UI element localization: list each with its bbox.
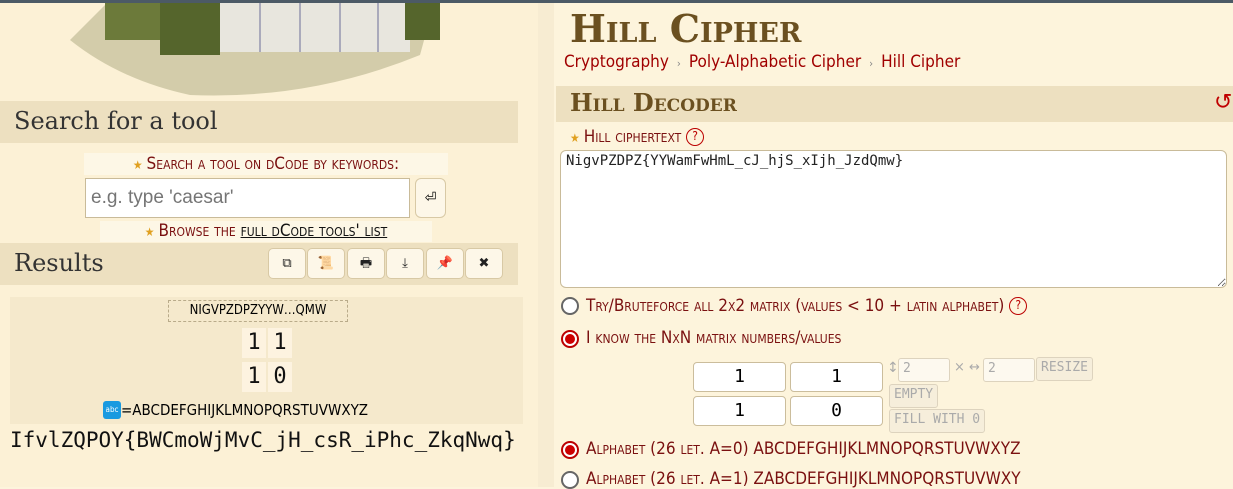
- result-matrix-cell: 0: [268, 362, 292, 392]
- full-tools-list-link[interactable]: full dCode tools' list: [241, 221, 388, 241]
- rows-arrow-icon: ↕: [887, 360, 899, 376]
- known-matrix-radio[interactable]: [561, 330, 579, 348]
- alphabet-a0-label: Alphabet (26 let. A=0) ABCDEFGHIJKLMNOPQ…: [586, 439, 1021, 459]
- scroll-button[interactable]: 📜: [307, 248, 345, 279]
- matrix-input[interactable]: 0: [790, 396, 883, 426]
- decoder-heading-band: Hill Decoder: [556, 86, 1233, 122]
- star-icon: ★: [144, 225, 155, 239]
- ciphertext-input[interactable]: [560, 150, 1227, 288]
- page-title: Hill Cipher: [570, 6, 802, 51]
- alphabet-a1-radio[interactable]: [561, 471, 579, 489]
- plaintext-result: IfvlZQPOY{BWCmoWjMvC_jH_csR_iPhc_ZkqNwq}: [10, 428, 516, 452]
- matrix-input[interactable]: 1: [693, 396, 786, 426]
- fill-zero-button[interactable]: FILL WITH 0: [889, 409, 986, 433]
- search-heading-band: Search for a tool: [0, 101, 518, 143]
- window-top-border: [0, 0, 1233, 3]
- star-icon: ★: [570, 131, 580, 145]
- reset-icon[interactable]: ↺: [1214, 90, 1232, 115]
- breadcrumb-poly-alphabetic[interactable]: Poly-Alphabetic Cipher: [689, 52, 861, 72]
- alphabet-badge-icon: abc: [103, 401, 121, 419]
- help-icon[interactable]: ?: [686, 128, 705, 146]
- search-input[interactable]: [85, 178, 410, 218]
- copy-button[interactable]: ⧉: [268, 248, 306, 279]
- search-heading: Search for a tool: [14, 107, 218, 135]
- dcode-logo[interactable]: [60, 0, 440, 102]
- cols-input[interactable]: 2: [983, 358, 1035, 382]
- decoder-heading: Hill Decoder: [570, 88, 737, 117]
- matrix-input[interactable]: 1: [790, 362, 883, 392]
- ciphertext-label: ★ Hill ciphertext ?: [570, 127, 705, 147]
- result-matrix-cell: 1: [242, 362, 266, 392]
- bruteforce-radio[interactable]: [561, 297, 579, 315]
- result-matrix-cell: 1: [268, 328, 292, 358]
- search-submit-button[interactable]: ⏎: [415, 178, 446, 218]
- breadcrumb-cryptography[interactable]: Cryptography: [564, 52, 669, 72]
- column-divider: [538, 0, 554, 487]
- search-label: ★ Search a tool on dCode by keywords:: [84, 153, 448, 175]
- rows-input[interactable]: 2: [898, 358, 950, 382]
- empty-button[interactable]: EMPTY: [889, 384, 939, 408]
- bruteforce-label: Try/Bruteforce all 2x2 matrix (values < …: [586, 296, 1028, 316]
- alphabet-a1-label: Alphabet (26 let. A=1) ZABCDEFGHIJKLMNOP…: [586, 469, 1021, 489]
- cipher-summary: NIGVPZDPZYYW…QMW: [168, 300, 348, 322]
- result-matrix-cell: 1: [242, 328, 266, 358]
- cols-arrow-icon: × ↔: [954, 360, 980, 375]
- matrix-input[interactable]: 1: [693, 362, 786, 392]
- resize-button[interactable]: RESIZE: [1036, 357, 1093, 381]
- pin-button[interactable]: 📌: [426, 248, 464, 279]
- help-icon[interactable]: ?: [1009, 297, 1028, 315]
- breadcrumb: Cryptography › Poly-Alphabetic Cipher › Hill…: [564, 52, 961, 72]
- print-button[interactable]: 🖶: [347, 248, 385, 279]
- results-heading: Results: [14, 249, 104, 277]
- star-icon: ★: [132, 158, 143, 172]
- result-alphabet: abc =ABCDEFGHIJKLMNOPQRSTUVWXYZ: [103, 400, 368, 420]
- download-button[interactable]: ⤓: [386, 248, 424, 279]
- close-button[interactable]: ✖: [465, 248, 503, 279]
- breadcrumb-hill-cipher[interactable]: Hill Cipher: [881, 52, 960, 72]
- alphabet-a0-radio[interactable]: [561, 441, 579, 459]
- known-matrix-label: I know the NxN matrix numbers/values: [586, 328, 842, 348]
- browse-line: ★ Browse the full dCode tools' list: [100, 221, 432, 242]
